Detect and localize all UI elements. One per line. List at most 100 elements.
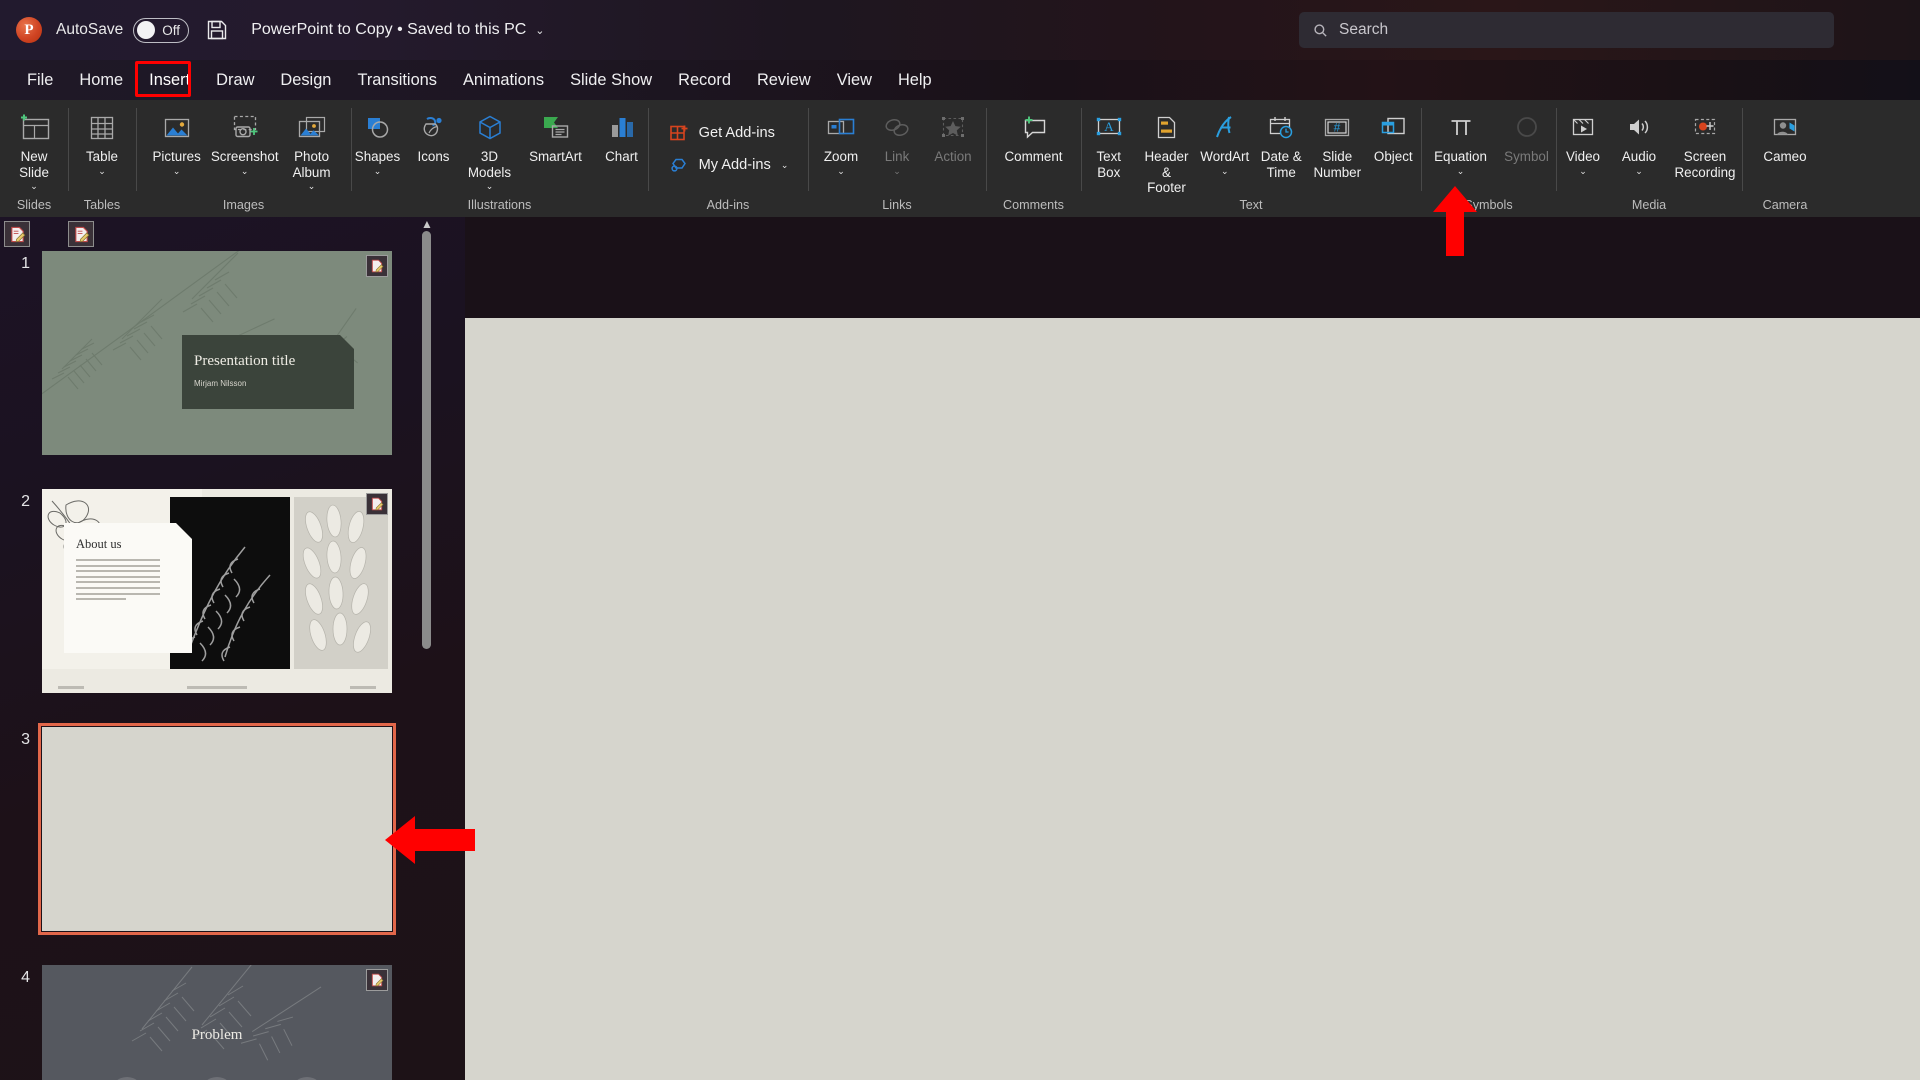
chevron-down-icon[interactable]: ⌄ [1221, 166, 1229, 176]
zoom-button[interactable]: Zoom ⌄ [813, 105, 869, 176]
tab-record[interactable]: Record [665, 60, 744, 100]
chevron-down-icon[interactable]: ⌄ [241, 166, 249, 176]
shapes-label: Shapes [355, 149, 400, 165]
title-chevron-down-icon[interactable]: ⌄ [535, 24, 544, 37]
chevron-down-icon[interactable]: ⌄ [374, 166, 382, 176]
table-icon [86, 109, 118, 147]
chart-button[interactable]: Chart [594, 105, 650, 165]
chevron-down-icon[interactable]: ⌄ [893, 166, 901, 176]
screen-recording-button[interactable]: Screen Recording [1667, 105, 1743, 180]
action-button[interactable]: Action [925, 105, 981, 165]
search-box[interactable]: Search [1299, 12, 1834, 48]
slide-thumb-tool-2-icon[interactable] [68, 221, 94, 247]
header-footer-button[interactable]: Header & Footer [1137, 105, 1196, 196]
svg-text:#: # [1334, 120, 1341, 134]
slide-thumbnail-3[interactable] [42, 727, 392, 931]
tab-slide-show[interactable]: Slide Show [557, 60, 665, 100]
get-addins-button[interactable]: Get Add-ins [660, 117, 797, 149]
save-icon[interactable] [205, 18, 229, 42]
chevron-down-icon[interactable]: ⌄ [30, 181, 38, 191]
ribbon-group-label-tables: Tables [68, 198, 136, 212]
thumbnail-scrollbar-thumb[interactable] [422, 231, 431, 649]
slide-thumbnail-1[interactable]: Presentation title Mirjam Nilsson [42, 251, 392, 455]
ribbon-group-label-media: Media [1556, 198, 1742, 212]
symbol-button[interactable]: Symbol [1499, 105, 1555, 165]
chevron-down-icon[interactable]: ⌄ [781, 160, 789, 171]
object-label: Object [1374, 149, 1413, 165]
screenshot-label: Screenshot [211, 149, 279, 165]
my-addins-button[interactable]: My Add-ins ⌄ [660, 149, 797, 181]
slide-thumbnail-2[interactable]: About us [42, 489, 392, 693]
video-button[interactable]: Video ⌄ [1555, 105, 1611, 176]
tab-home[interactable]: Home [66, 60, 136, 100]
date-time-button[interactable]: Date & Time [1253, 105, 1309, 180]
slide1-layout-badge-icon [366, 255, 388, 277]
audio-button[interactable]: Audio ⌄ [1611, 105, 1667, 176]
ribbon-group-label-text: Text [1081, 198, 1421, 212]
slide2-text-card: About us [64, 523, 192, 653]
photo-album-button[interactable]: Photo Album ⌄ [284, 105, 340, 191]
icons-button[interactable]: Icons [406, 105, 462, 165]
new-slide-label: New Slide [19, 149, 49, 180]
new-slide-button[interactable]: New Slide ⌄ [6, 105, 62, 191]
chevron-down-icon[interactable]: ⌄ [308, 181, 316, 191]
table-button[interactable]: Table ⌄ [74, 105, 130, 176]
screenshot-button[interactable]: Screenshot ⌄ [206, 105, 284, 176]
chevron-down-icon[interactable]: ⌄ [1579, 166, 1587, 176]
thumbnail-row-3[interactable]: 3 [0, 727, 420, 931]
pictures-button[interactable]: Pictures ⌄ [147, 105, 205, 176]
slide-thumbnail-pane[interactable]: 1 [0, 217, 465, 1080]
ribbon-group-symbols: Equation ⌄ Symbol Symbols [1421, 100, 1556, 217]
slide-number-4: 4 [0, 965, 42, 1080]
equation-button[interactable]: Equation ⌄ [1423, 105, 1499, 176]
tab-review[interactable]: Review [744, 60, 824, 100]
chevron-down-icon[interactable]: ⌄ [837, 166, 845, 176]
wordart-button[interactable]: WordArt ⌄ [1196, 105, 1253, 176]
slide-thumbnail-4[interactable]: Problem [42, 965, 392, 1080]
ribbon-group-illustrations: Shapes ⌄ Icons [351, 100, 648, 217]
screen-recording-label: Screen Recording [1674, 149, 1735, 180]
search-icon [1313, 23, 1328, 38]
chevron-down-icon[interactable]: ⌄ [173, 166, 181, 176]
link-button[interactable]: Link ⌄ [869, 105, 925, 176]
tab-help[interactable]: Help [885, 60, 945, 100]
comment-button[interactable]: Comment [996, 105, 1072, 165]
slide-number-button[interactable]: # Slide Number [1309, 105, 1365, 180]
chevron-down-icon[interactable]: ⌄ [1635, 166, 1643, 176]
tab-transitions[interactable]: Transitions [344, 60, 450, 100]
ribbon: New Slide ⌄ Slides [0, 100, 1920, 217]
ribbon-group-camera: Cameo Camera [1742, 100, 1828, 217]
text-box-button[interactable]: A Text Box [1081, 105, 1137, 180]
tab-insert[interactable]: Insert [136, 60, 203, 100]
smartart-button[interactable]: SmartArt [518, 105, 594, 165]
document-title[interactable]: PowerPoint to Copy • Saved to this PC [251, 21, 526, 39]
thumbnail-row-2[interactable]: 2 [0, 489, 420, 693]
my-addins-label: My Add-ins [699, 157, 771, 173]
autosave-state-label: Off [162, 23, 180, 38]
object-button[interactable]: Object [1365, 105, 1421, 165]
slide-thumb-tool-1-icon[interactable] [4, 221, 30, 247]
screen-recording-icon [1688, 109, 1722, 147]
slide-number-icon: # [1320, 109, 1354, 147]
cameo-button[interactable]: Cameo [1757, 105, 1813, 165]
chart-label: Chart [605, 149, 638, 165]
cameo-icon [1769, 109, 1801, 147]
comment-icon [1017, 109, 1051, 147]
shapes-button[interactable]: Shapes ⌄ [350, 105, 406, 176]
3d-models-button[interactable]: 3D Models ⌄ [462, 105, 518, 191]
thumbnail-row-1[interactable]: 1 [0, 251, 420, 455]
wordart-label: WordArt [1200, 149, 1249, 165]
powerpoint-window: P AutoSave Off PowerPoint to Copy • Save… [0, 0, 1920, 1080]
tab-view[interactable]: View [824, 60, 885, 100]
thumbnail-row-4[interactable]: 4 [0, 965, 420, 1080]
tab-design[interactable]: Design [267, 60, 344, 100]
tab-animations[interactable]: Animations [450, 60, 557, 100]
tab-draw[interactable]: Draw [203, 60, 267, 100]
tab-file[interactable]: File [14, 60, 66, 100]
date-time-label: Date & Time [1261, 149, 1302, 180]
chevron-down-icon[interactable]: ⌄ [1457, 166, 1465, 176]
autosave-toggle[interactable]: Off [133, 18, 189, 43]
chevron-down-icon[interactable]: ⌄ [486, 181, 494, 191]
chevron-down-icon[interactable]: ⌄ [98, 166, 106, 176]
current-slide-canvas[interactable] [465, 318, 1920, 1080]
